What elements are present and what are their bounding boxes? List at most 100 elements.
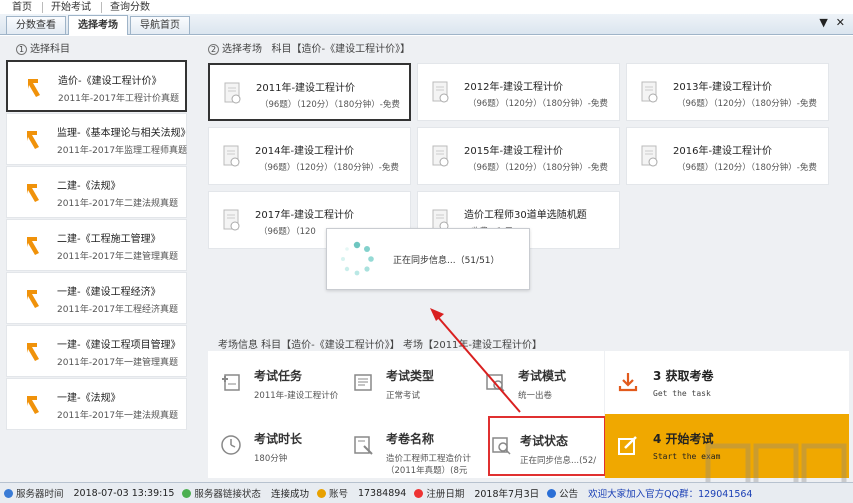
subject-desc: 2011年-2017年工程计价真题 <box>58 94 180 104</box>
subject-item[interactable]: 一建-《法规》 2011年-2017年一建法规真题 <box>6 378 187 430</box>
subject-panel-title: 1 选择科目 <box>6 40 187 60</box>
info-task: 考试任务 2011年-建设工程计价 <box>208 351 340 414</box>
main-area: 1 选择科目 造价-《建设工程计价》 2011年-2017年工程计价真题监理-《基本… <box>0 36 853 482</box>
subject-desc: 2011年-2017年一建法规真题 <box>57 411 179 421</box>
server-time-icon <box>4 488 13 498</box>
notice: 公告 欢迎大家加入官方QQ群：129041564 <box>547 486 752 500</box>
exam-desc: （96题）（120分）（180分钟）-免费 <box>259 163 399 173</box>
register-date: 注册日期 2018年7月3日 <box>414 486 539 500</box>
document-icon <box>223 209 240 231</box>
subject-arrow-icon <box>28 79 40 97</box>
exam-desc: （96题）（120分）（180分钟）-免费 <box>468 163 608 173</box>
exam-info-panel: 考试任务 2011年-建设工程计价 考试类型 正常考试 考试模式 统一出卷 考试… <box>208 351 606 478</box>
account-info: 账号 17384894 <box>316 486 406 500</box>
exam-name: 2012年-建设工程计价 <box>464 82 564 93</box>
subject-desc: 2011年-2017年监理工程师真题 <box>57 146 188 156</box>
subject-item[interactable]: 一建-《建设工程项目管理》 2011年-2017年一建管理真题 <box>6 325 187 377</box>
subject-name: 二建-《工程施工管理》 <box>57 234 161 245</box>
tab-bar: 分数查看 选择考场 导航首页 ▼ ✕ <box>0 14 853 35</box>
subject-desc: 2011年-2017年二建法规真题 <box>57 199 179 209</box>
subject-arrow-icon <box>27 237 39 255</box>
exam-name: 2017年-建设工程计价 <box>255 210 355 221</box>
exam-room-item[interactable]: 2012年-建设工程计价 （96题）（120分）（180分钟）-免费 <box>417 63 620 121</box>
get-paper-button[interactable]: 3 获取考卷 Get the task <box>605 351 849 414</box>
subject-desc: 2011年-2017年工程经济真题 <box>57 305 179 315</box>
tab-controls: ▼ ✕ <box>819 16 845 29</box>
current-subject-label: 科目【造价-《建设工程计价》】 <box>271 44 411 55</box>
tab-nav-home[interactable]: 导航首页 <box>130 16 190 34</box>
info-paper-name: 考卷名称 造价工程师工程造价计 （2011年真题）(8元 <box>340 414 472 477</box>
subject-desc: 2011年-2017年二建管理真题 <box>57 252 179 262</box>
exam-desc: （96题）（120分）（180分钟）-免费 <box>468 99 608 109</box>
exam-name: 2014年-建设工程计价 <box>255 146 355 157</box>
subject-item[interactable]: 一建-《建设工程经济》 2011年-2017年工程经济真题 <box>6 272 187 324</box>
exam-info-header: 考场信息 科目【造价-《建设工程计价》】 考场【2011年-建设工程计价】 <box>218 340 543 351</box>
download-icon <box>618 373 638 392</box>
menu-home[interactable]: 首页 <box>4 1 43 13</box>
exam-desc: （96题）（120分）（180分钟）-免费 <box>677 99 817 109</box>
exam-desc: （96题）（120分）（180分钟）-免费 <box>677 163 817 173</box>
server-time: 服务器时间 2018-07-03 13:39:15 <box>4 486 174 500</box>
subject-name: 一建-《建设工程项目管理》 <box>57 340 181 351</box>
menu-start-exam[interactable]: 开始考试 <box>43 1 102 13</box>
document-icon <box>224 82 241 104</box>
dropdown-icon[interactable]: ▼ <box>819 16 827 29</box>
document-icon <box>641 81 658 103</box>
start-exam-button[interactable]: 4 开始考试 Start the exam <box>605 414 849 478</box>
loading-spinner-icon <box>341 241 374 276</box>
exam-name: 2013年-建设工程计价 <box>673 82 773 93</box>
document-icon <box>432 145 449 167</box>
info-type: 考试类型 正常考试 <box>340 351 472 414</box>
subject-name: 造价-《建设工程计价》 <box>58 76 162 87</box>
step-number: 3 <box>653 369 662 383</box>
info-status: 考试状态 正在同步信息...(52/ <box>488 416 606 476</box>
status-search-icon <box>492 437 511 455</box>
room-panel-title: 2 选择考场 科目【造价-《建设工程计价》】 <box>208 40 410 60</box>
document-icon <box>432 81 449 103</box>
status-bar: 服务器时间 2018-07-03 13:39:15 服务器链接状态 连接成功 账… <box>0 482 853 503</box>
clock-icon <box>221 435 241 455</box>
tab-score-view[interactable]: 分数查看 <box>6 16 66 34</box>
user-icon <box>316 488 326 498</box>
subject-panel: 1 选择科目 造价-《建设工程计价》 2011年-2017年工程计价真题监理-《基本… <box>6 40 191 464</box>
subject-item[interactable]: 二建-《工程施工管理》 2011年-2017年二建管理真题 <box>6 219 187 271</box>
step-number: 4 <box>653 432 662 446</box>
document-icon <box>223 145 240 167</box>
connection-status: 服务器链接状态 连接成功 <box>182 486 309 500</box>
register-icon <box>414 488 424 498</box>
exam-name: 2011年-建设工程计价 <box>256 83 356 94</box>
notice-link[interactable]: 欢迎大家加入官方QQ群：129041564 <box>588 486 752 500</box>
subject-arrow-icon <box>27 131 39 149</box>
list-icon <box>354 374 372 391</box>
subject-name: 一建-《法规》 <box>57 393 121 404</box>
paper-icon <box>354 436 373 455</box>
exam-room-item[interactable]: 2014年-建设工程计价 （96题）（120分）（180分钟）-免费 <box>208 127 411 185</box>
subject-name: 二建-《法规》 <box>57 181 121 192</box>
exam-room-item[interactable]: 2011年-建设工程计价 （96题）（120分）（180分钟）-免费 <box>208 63 411 121</box>
subject-item[interactable]: 二建-《法规》 2011年-2017年二建法规真题 <box>6 166 187 218</box>
subject-arrow-icon <box>27 396 39 414</box>
step-number: 2 <box>208 44 219 55</box>
exam-room-item[interactable]: 2015年-建设工程计价 （96题）（120分）（180分钟）-免费 <box>417 127 620 185</box>
exam-room-item[interactable]: 2016年-建设工程计价 （96题）（120分）（180分钟）-免费 <box>626 127 829 185</box>
top-menu: 首页 开始考试 查询分数 <box>0 0 853 14</box>
subject-item[interactable]: 造价-《建设工程计价》 2011年-2017年工程计价真题 <box>6 60 187 112</box>
close-icon[interactable]: ✕ <box>836 16 845 29</box>
subject-desc: 2011年-2017年一建管理真题 <box>57 358 179 368</box>
menu-query-score[interactable]: 查询分数 <box>102 2 160 13</box>
info-mode: 考试模式 统一出卷 <box>472 351 604 414</box>
document-icon <box>641 145 658 167</box>
subject-name: 一建-《建设工程经济》 <box>57 287 161 298</box>
sync-status-text: 正在同步信息...（51/51） <box>393 256 500 266</box>
edit-icon <box>618 436 637 455</box>
subject-arrow-icon <box>27 290 39 308</box>
subject-name: 监理-《基本理论与相关法规》 <box>57 128 191 139</box>
subject-arrow-icon <box>27 343 39 361</box>
exam-name: 2016年-建设工程计价 <box>673 146 773 157</box>
exam-room-item[interactable]: 2013年-建设工程计价 （96题）（120分）（180分钟）-免费 <box>626 63 829 121</box>
sync-loading-dialog: 正在同步信息...（51/51） <box>326 228 530 290</box>
subject-list: 造价-《建设工程计价》 2011年-2017年工程计价真题监理-《基本理论与相关法… <box>6 60 191 430</box>
subject-item[interactable]: 监理-《基本理论与相关法规》 2011年-2017年监理工程师真题 <box>6 113 191 165</box>
tab-select-room[interactable]: 选择考场 <box>68 15 128 35</box>
mode-icon <box>486 374 505 392</box>
